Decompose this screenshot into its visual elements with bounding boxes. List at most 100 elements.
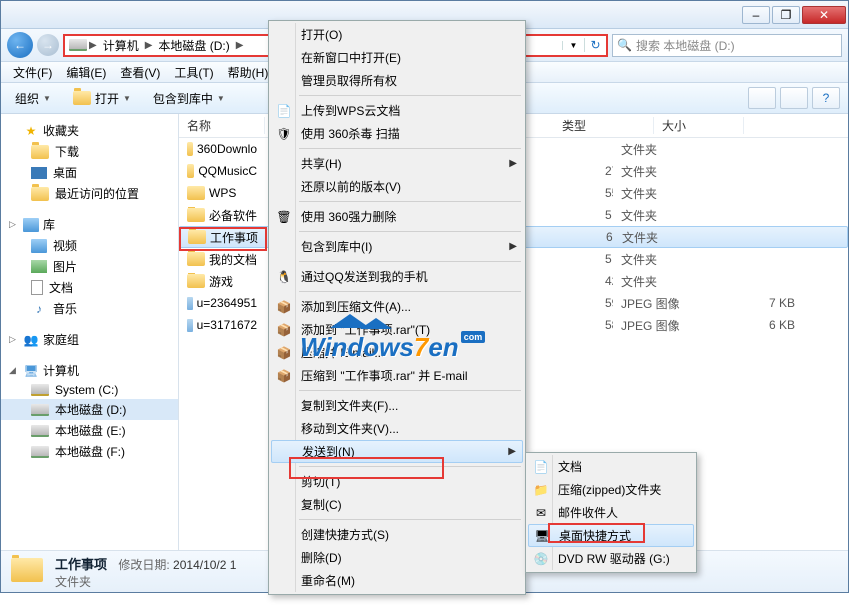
drive-icon (69, 39, 87, 51)
menu-item[interactable]: 📄上传到WPS云文档 (271, 99, 523, 122)
rar-icon: 📦 (275, 321, 293, 339)
video-icon (31, 239, 47, 253)
menu-item-label: 创建快捷方式(S) (301, 526, 389, 543)
organize-button[interactable]: 组织▼ (9, 88, 57, 109)
tree-homegroup[interactable]: ▷👥家庭组 (1, 329, 178, 350)
tree-downloads[interactable]: 下载 (1, 141, 178, 162)
chevron-right-icon: ▶ (509, 241, 517, 252)
menu-item[interactable]: 重命名(M) (271, 569, 523, 592)
image-icon (187, 319, 193, 332)
address-dropdown[interactable]: ▼ (562, 41, 584, 50)
include-lib-button[interactable]: 包含到库中▼ (147, 88, 231, 109)
menu-item[interactable]: 复制(C) (271, 493, 523, 516)
menu-file[interactable]: 文件(F) (7, 62, 58, 83)
menu-item-label: 移动到文件夹(V)... (301, 420, 399, 437)
menu-item[interactable]: 移动到文件夹(V)... (271, 417, 523, 440)
tree-pictures[interactable]: 图片 (1, 256, 178, 277)
refresh-button[interactable]: ↻ (584, 38, 606, 52)
rar-icon: 📦 (275, 344, 293, 362)
menu-item-label: 文档 (558, 458, 582, 475)
tree-drive-f[interactable]: 本地磁盘 (F:) (1, 441, 178, 462)
rar-icon: 📦 (275, 367, 293, 385)
tree-desktop[interactable]: 桌面 (1, 162, 178, 183)
maximize-button[interactable]: ❐ (772, 6, 800, 24)
menu-help[interactable]: 帮助(H) (222, 62, 275, 83)
tree-documents[interactable]: 文档 (1, 277, 178, 298)
cell-type: 文件夹 (614, 229, 714, 246)
tree-recent[interactable]: 最近访问的位置 (1, 183, 178, 204)
menu-item[interactable]: 还原以前的版本(V) (271, 175, 523, 198)
expand-icon: ▷ (9, 334, 19, 345)
minimize-button[interactable]: – (742, 6, 770, 24)
menu-item[interactable]: 包含到库中(I)▶ (271, 235, 523, 258)
tree-libraries[interactable]: ▷库 (1, 214, 178, 235)
menu-item[interactable]: 创建快捷方式(S) (271, 523, 523, 546)
menu-item[interactable]: 📄文档 (528, 455, 694, 478)
menu-item[interactable]: 📁压缩(zipped)文件夹 (528, 478, 694, 501)
cell-name: QQMusicC (179, 164, 265, 178)
breadcrumb-seg-drive[interactable]: 本地磁盘 (D:) (154, 36, 233, 55)
dvd-icon: 💿 (532, 550, 550, 568)
chevron-right-icon: ▶ (87, 40, 99, 51)
menu-item[interactable]: 📦 添加到 "工作事项.rar"(T) (271, 318, 523, 341)
menu-item[interactable]: 🗑使用 360强力删除 (271, 205, 523, 228)
menu-item[interactable]: 打开(O) (271, 23, 523, 46)
menu-view[interactable]: 查看(V) (114, 62, 166, 83)
folder-icon (187, 142, 193, 156)
desk-icon: 🖥 (533, 527, 551, 545)
menu-item[interactable]: 共享(H)▶ (271, 152, 523, 175)
menu-item[interactable]: 🖥桌面快捷方式 (528, 524, 694, 547)
menu-item[interactable]: 发送到(N)▶ (271, 440, 523, 463)
menu-item[interactable]: 剪切(T) (271, 470, 523, 493)
col-type[interactable]: 类型 (554, 117, 654, 134)
back-button[interactable]: ← (7, 32, 33, 58)
menu-tools[interactable]: 工具(T) (168, 62, 219, 83)
tree-music[interactable]: ♪音乐 (1, 298, 178, 319)
menu-item[interactable]: 复制到文件夹(F)... (271, 394, 523, 417)
open-button[interactable]: 打开▼ (67, 88, 137, 109)
menu-item-label: 管理员取得所有权 (301, 72, 397, 89)
chevron-down-icon: ▼ (43, 94, 51, 103)
menu-item[interactable]: 💿DVD RW 驱动器 (G:) (528, 547, 694, 570)
menu-edit[interactable]: 编辑(E) (60, 62, 112, 83)
menu-item-label: 邮件收件人 (558, 504, 618, 521)
tree-drive-c[interactable]: System (C:) (1, 381, 178, 399)
menu-item[interactable]: 管理员取得所有权 (271, 69, 523, 92)
menu-item[interactable]: 🐧通过QQ发送到我的手机 (271, 265, 523, 288)
tree-computer[interactable]: ◢🖥计算机 (1, 360, 178, 381)
menu-item[interactable]: 删除(D) (271, 546, 523, 569)
cell-type: JPEG 图像 (613, 317, 713, 334)
cell-name: WPS (179, 186, 265, 200)
statusbar-type: 文件夹 (55, 573, 236, 590)
breadcrumb-seg-computer[interactable]: 计算机 (99, 36, 143, 55)
menu-item[interactable]: 在新窗口中打开(E) (271, 46, 523, 69)
menu-item[interactable]: 🛡使用 360杀毒 扫描 (271, 122, 523, 145)
tree-drive-e[interactable]: 本地磁盘 (E:) (1, 420, 178, 441)
menu-item[interactable]: 📦压缩并 E-mail... (271, 341, 523, 364)
menu-item[interactable]: 📦添加到压缩文件(A)... (271, 295, 523, 318)
cell-name: 必备软件 (179, 207, 265, 224)
menu-item-label: 添加到 "工作事项.rar"(T) (301, 321, 430, 338)
col-size[interactable]: 大小 (654, 117, 744, 134)
search-input[interactable]: 🔍 搜索 本地磁盘 (D:) (612, 34, 842, 57)
preview-pane-button[interactable] (780, 87, 808, 109)
folder-icon (187, 252, 205, 266)
expand-icon: ▷ (9, 219, 19, 230)
tree-favorites[interactable]: ★收藏夹 (1, 120, 178, 141)
menu-item-label: 发送到(N) (302, 443, 355, 460)
chevron-down-icon: ▼ (217, 94, 225, 103)
tree-videos[interactable]: 视频 (1, 235, 178, 256)
context-menu[interactable]: 打开(O)在新窗口中打开(E) 管理员取得所有权 📄上传到WPS云文档🛡使用 360… (268, 20, 526, 595)
col-name[interactable]: 名称 (179, 117, 265, 134)
zip-icon: 📁 (532, 481, 550, 499)
search-icon: 🔍 (617, 38, 632, 52)
tree-drive-d[interactable]: 本地磁盘 (D:) (1, 399, 178, 420)
menu-item[interactable]: ✉邮件收件人 (528, 501, 694, 524)
menu-item[interactable]: 📦压缩到 "工作事项.rar" 并 E-mail (271, 364, 523, 387)
help-button[interactable]: ? (812, 87, 840, 109)
forward-button[interactable]: → (37, 34, 59, 56)
context-submenu[interactable]: 📄文档📁压缩(zipped)文件夹✉邮件收件人🖥桌面快捷方式💿DVD RW 驱动… (525, 452, 697, 573)
view-mode-button[interactable] (748, 87, 776, 109)
desktop-icon (31, 167, 47, 179)
close-button[interactable]: ✕ (802, 6, 846, 24)
